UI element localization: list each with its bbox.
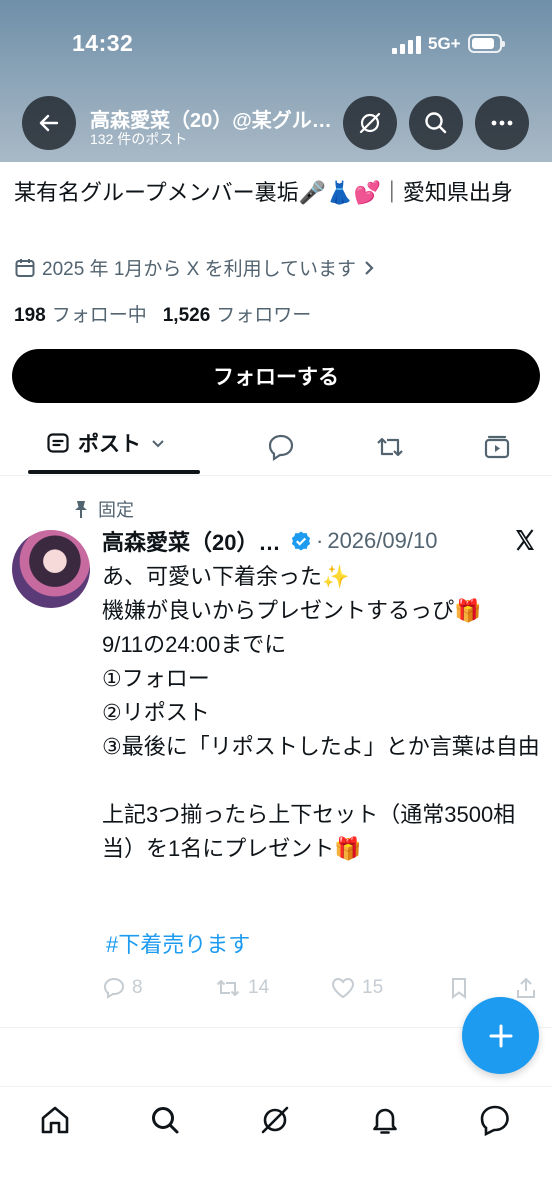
pin-icon bbox=[75, 501, 87, 518]
compose-button[interactable] bbox=[462, 997, 539, 1074]
status-time: 14:32 bbox=[72, 30, 134, 56]
pinned-text: 固定 bbox=[98, 500, 134, 520]
tab-replies[interactable] bbox=[266, 432, 296, 462]
post-hashtag[interactable]: #下着売ります bbox=[106, 927, 250, 959]
followers-label: フォロワー bbox=[216, 305, 312, 326]
search-button[interactable] bbox=[409, 96, 463, 150]
grok-button[interactable] bbox=[343, 96, 397, 150]
messages-icon[interactable] bbox=[478, 1103, 512, 1137]
post-text: あ、可愛い下着余った✨ 機嫌が良いからプレゼントするっぴ🎁 9/11の24:00… bbox=[102, 564, 540, 861]
follow-button[interactable]: フォローする bbox=[12, 349, 540, 403]
share-icon bbox=[517, 977, 535, 998]
avatar[interactable] bbox=[12, 530, 90, 608]
reply-button[interactable]: 8 bbox=[102, 976, 143, 1000]
followers-count: 1,526 bbox=[162, 305, 211, 326]
post-tab-icon bbox=[47, 433, 69, 453]
joined-date[interactable]: 2025 年 1月から X を利用しています bbox=[14, 254, 376, 281]
tab-reposts[interactable] bbox=[374, 432, 406, 462]
reply-count: 8 bbox=[132, 977, 143, 998]
repost-icon bbox=[216, 979, 240, 997]
grok-nav-icon[interactable] bbox=[258, 1103, 292, 1137]
post-date[interactable]: 2026/09/10 bbox=[327, 528, 437, 554]
calendar-icon bbox=[15, 258, 35, 277]
chevron-right-icon bbox=[365, 260, 374, 275]
x-logo-icon bbox=[516, 529, 534, 551]
plus-icon bbox=[489, 1024, 512, 1047]
header-post-count: 132 件のポスト bbox=[90, 131, 188, 147]
repost-count: 14 bbox=[248, 977, 270, 998]
verified-badge-icon bbox=[291, 531, 311, 551]
reply-icon bbox=[103, 977, 125, 999]
active-tab-indicator bbox=[28, 470, 200, 474]
search-icon bbox=[425, 112, 447, 134]
post-header: 高森愛菜（20）@某グループ · 2026/09/10 bbox=[102, 525, 437, 557]
notifications-icon[interactable] bbox=[368, 1103, 402, 1137]
search-nav-icon[interactable] bbox=[148, 1103, 182, 1137]
battery-icon bbox=[468, 34, 505, 53]
back-button[interactable] bbox=[22, 96, 76, 150]
pinned-label: 固定 bbox=[72, 496, 134, 522]
tab-posts-label: ポスト bbox=[78, 433, 141, 456]
following-link[interactable]: 198 フォロー中 bbox=[14, 300, 147, 327]
profile-tabs: ポスト bbox=[0, 420, 552, 476]
more-button[interactable] bbox=[475, 96, 529, 150]
follow-stats: 198 フォロー中 1,526 フォロワー bbox=[14, 300, 311, 327]
tab-posts[interactable]: ポスト bbox=[46, 428, 167, 458]
bottom-navigation bbox=[0, 1086, 552, 1201]
followers-link[interactable]: 1,526 フォロワー bbox=[163, 300, 312, 327]
grok-icon bbox=[359, 112, 381, 134]
bookmark-icon bbox=[452, 978, 466, 999]
profile-bio: 某有名グループメンバー裏垢🎤👗💕｜愛知県出身 bbox=[14, 180, 513, 205]
share-button[interactable] bbox=[514, 976, 538, 1000]
arrow-left-icon bbox=[39, 114, 59, 132]
like-count: 15 bbox=[362, 977, 384, 998]
heart-icon bbox=[331, 977, 355, 999]
post-author[interactable]: 高森愛菜（20）@某グループ bbox=[102, 525, 288, 557]
bookmark-button[interactable] bbox=[448, 976, 470, 1000]
chevron-down-icon bbox=[152, 440, 164, 448]
repost-button[interactable]: 14 bbox=[214, 976, 269, 1000]
more-icon bbox=[491, 120, 513, 126]
post-dot: · bbox=[316, 528, 324, 553]
network-label: 5G+ bbox=[428, 34, 461, 53]
following-label: フォロー中 bbox=[51, 305, 147, 326]
like-button[interactable]: 15 bbox=[330, 976, 383, 1000]
post-actions: 8 14 15 bbox=[102, 975, 542, 1001]
home-icon[interactable] bbox=[38, 1103, 72, 1137]
tab-media[interactable] bbox=[482, 432, 512, 462]
joined-text: 2025 年 1月から X を利用しています bbox=[42, 259, 357, 280]
signal-icon bbox=[392, 36, 422, 54]
profile-banner bbox=[0, 0, 552, 162]
following-count: 198 bbox=[14, 305, 46, 326]
